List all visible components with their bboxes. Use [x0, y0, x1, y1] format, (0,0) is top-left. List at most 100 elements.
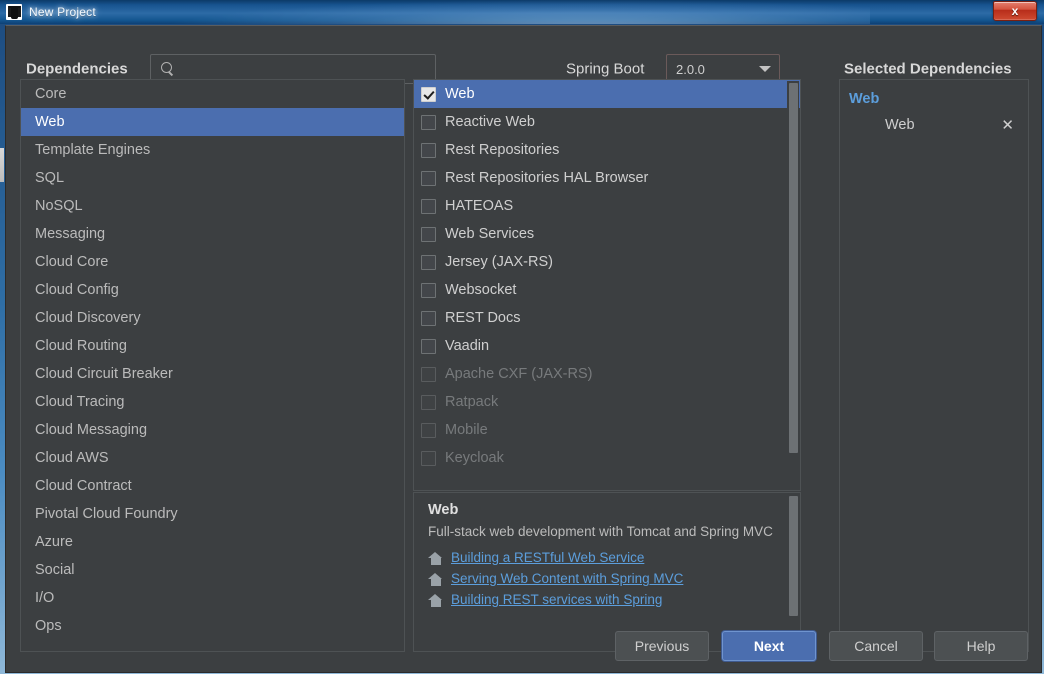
search-icon	[161, 62, 175, 76]
category-item[interactable]: Cloud Core	[21, 248, 404, 276]
dependency-item-label: Mobile	[445, 422, 488, 438]
dependency-item-label: Keycloak	[445, 450, 504, 466]
dependency-item-label: Rest Repositories HAL Browser	[445, 170, 649, 186]
dependency-item-label: Web	[445, 86, 475, 102]
category-item-label: Social	[35, 562, 75, 578]
category-item[interactable]: Cloud Tracing	[21, 388, 404, 416]
dependency-item[interactable]: Rest Repositories HAL Browser	[414, 164, 800, 192]
selected-dependencies-title: Selected Dependencies	[844, 60, 1012, 78]
search-input[interactable]	[182, 61, 435, 77]
category-item-label: Cloud Config	[35, 282, 119, 298]
category-item[interactable]: Core	[21, 80, 404, 108]
category-item-label: Cloud Contract	[35, 478, 132, 494]
description-link-label: Building REST services with Spring	[451, 592, 663, 607]
description-title: Web	[428, 502, 459, 518]
dependency-checkbox[interactable]	[421, 338, 436, 354]
dependency-item[interactable]: Jersey (JAX-RS)	[414, 248, 800, 276]
dependency-item[interactable]: Reactive Web	[414, 108, 800, 136]
dependency-checkbox[interactable]	[421, 114, 436, 130]
category-item-label: NoSQL	[35, 198, 83, 214]
category-item[interactable]: Azure	[21, 528, 404, 556]
dialog-header: Dependencies Spring Boot 2.0.0 Selected …	[6, 26, 1041, 84]
category-item[interactable]: Template Engines	[21, 136, 404, 164]
category-item-label: Messaging	[35, 226, 106, 242]
category-item[interactable]: Messaging	[21, 220, 404, 248]
dependency-checkbox[interactable]	[421, 170, 436, 186]
category-item[interactable]: Cloud Discovery	[21, 304, 404, 332]
dialog-button-bar: Previous Next Cancel Help	[6, 624, 1041, 672]
category-item-label: Pivotal Cloud Foundry	[35, 506, 178, 522]
dependency-item: Apache CXF (JAX-RS)	[414, 360, 800, 388]
dependency-checkbox[interactable]	[421, 310, 436, 326]
chevron-down-icon	[759, 66, 771, 72]
category-item[interactable]: Cloud AWS	[21, 444, 404, 472]
dependency-item-label: REST Docs	[445, 310, 521, 326]
category-item-label: Azure	[35, 534, 73, 550]
dependency-item-label: Rest Repositories	[445, 142, 560, 158]
category-item-label: Cloud Messaging	[35, 422, 148, 438]
dependency-checkbox[interactable]	[421, 254, 436, 270]
dependency-list[interactable]: Web Reactive Web Rest Repositories Rest Rep…	[413, 79, 801, 491]
dependency-checkbox[interactable]	[421, 282, 436, 298]
dependencies-label: Dependencies	[26, 60, 128, 78]
cancel-button[interactable]: Cancel	[829, 631, 923, 661]
category-item[interactable]: Web	[21, 108, 404, 136]
dependency-item[interactable]: Web	[414, 80, 800, 108]
help-button[interactable]: Help	[934, 631, 1028, 661]
category-item[interactable]: I/O	[21, 584, 404, 612]
description-links: Building a RESTful Web Service Serving We…	[428, 550, 786, 607]
dependency-item[interactable]: Websocket	[414, 276, 800, 304]
dependency-item-label: Ratpack	[445, 394, 499, 410]
dependency-item: Ratpack	[414, 388, 800, 416]
category-item-label: Cloud AWS	[35, 450, 109, 466]
dependency-item: Mobile	[414, 416, 800, 444]
category-item-label: I/O	[35, 590, 55, 606]
dependency-item-label: Jersey (JAX-RS)	[445, 254, 553, 270]
new-project-dialog: Dependencies Spring Boot 2.0.0 Selected …	[5, 25, 1042, 673]
category-item[interactable]: SQL	[21, 164, 404, 192]
window-title: New Project	[29, 5, 96, 19]
category-item[interactable]: Social	[21, 556, 404, 584]
category-item[interactable]: Cloud Messaging	[21, 416, 404, 444]
scrollbar-thumb[interactable]	[789, 83, 798, 453]
scrollbar-thumb[interactable]	[789, 496, 798, 616]
close-button[interactable]: x	[993, 1, 1037, 21]
intellij-idea-icon	[6, 4, 22, 20]
selected-dependency-item[interactable]: Web ✕	[840, 111, 1028, 139]
dependency-item[interactable]: Vaadin	[414, 332, 800, 360]
category-item[interactable]: Cloud Config	[21, 276, 404, 304]
dependency-item[interactable]: Web Services	[414, 220, 800, 248]
description-link-label: Building a RESTful Web Service	[451, 550, 645, 565]
dependency-checkbox[interactable]	[421, 226, 436, 242]
dependency-list-scrollbar[interactable]	[787, 81, 799, 490]
selected-dependencies-panel: Web Web ✕	[839, 79, 1029, 652]
category-item[interactable]: Cloud Circuit Breaker	[21, 360, 404, 388]
title-bar[interactable]: New Project x	[0, 0, 1044, 24]
description-link[interactable]: Building a RESTful Web Service	[428, 550, 786, 565]
dependency-checkbox[interactable]	[421, 142, 436, 158]
category-item-label: Cloud Core	[35, 254, 109, 270]
remove-dependency-icon[interactable]: ✕	[1001, 118, 1014, 133]
category-item[interactable]: Pivotal Cloud Foundry	[21, 500, 404, 528]
next-button[interactable]: Next	[722, 631, 816, 661]
description-link[interactable]: Serving Web Content with Spring MVC	[428, 571, 786, 586]
previous-button[interactable]: Previous	[615, 631, 709, 661]
dependency-item[interactable]: HATEOAS	[414, 192, 800, 220]
category-item[interactable]: NoSQL	[21, 192, 404, 220]
dependency-item-label: Reactive Web	[445, 114, 535, 130]
close-icon: x	[1011, 4, 1019, 18]
dependency-checkbox[interactable]	[421, 198, 436, 214]
home-icon	[428, 551, 443, 565]
category-item-label: SQL	[35, 170, 65, 186]
category-item-label: Cloud Tracing	[35, 394, 125, 410]
description-link[interactable]: Building REST services with Spring	[428, 592, 786, 607]
dependency-checkbox	[421, 422, 436, 438]
category-item[interactable]: Cloud Routing	[21, 332, 404, 360]
dependency-checkbox[interactable]	[421, 86, 436, 102]
dependency-item[interactable]: Rest Repositories	[414, 136, 800, 164]
category-item-label: Cloud Routing	[35, 338, 127, 354]
category-list[interactable]: Core Web Template Engines SQL NoSQL Messaging…	[20, 79, 405, 652]
category-item-label: Core	[35, 86, 67, 102]
category-item[interactable]: Cloud Contract	[21, 472, 404, 500]
dependency-item[interactable]: REST Docs	[414, 304, 800, 332]
